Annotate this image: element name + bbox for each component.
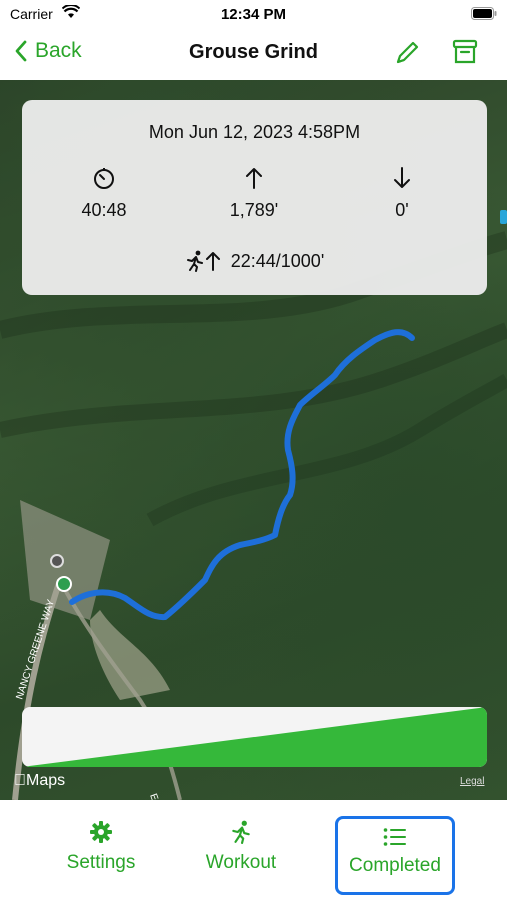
pencil-icon[interactable] xyxy=(394,40,420,66)
elevation-profile xyxy=(22,707,487,767)
archive-box-icon[interactable] xyxy=(451,38,479,66)
duration-stat: 40:48 xyxy=(44,166,164,221)
page-title: Grouse Grind xyxy=(189,41,318,63)
ascent-stat: 1,789' xyxy=(194,166,314,221)
tab-completed[interactable]: Completed xyxy=(335,816,455,895)
navigation-bar: Back Grouse Grind xyxy=(0,28,507,80)
elevation-graph xyxy=(22,707,487,767)
arrow-up-icon xyxy=(205,252,220,271)
clock: 12:34 PM xyxy=(220,6,287,23)
pace-stat: 22:44/1000' xyxy=(22,250,487,272)
status-bar: Carrier 12:34 PM xyxy=(0,0,507,28)
list-icon xyxy=(383,828,406,846)
gear-icon xyxy=(90,821,112,843)
descent-value: 0' xyxy=(395,200,409,220)
running-icon xyxy=(186,250,203,272)
battery-icon xyxy=(471,7,497,20)
apple-maps-logo:  Maps xyxy=(14,772,65,790)
workout-date: Mon Jun 12, 2023 4:58PM xyxy=(148,122,361,142)
tab-bar: Settings Workout Completed xyxy=(0,800,507,900)
running-icon xyxy=(232,820,250,844)
ascent-value: 1,789' xyxy=(229,200,279,220)
duration-value: 40:48 xyxy=(81,200,127,220)
legal-link[interactable]: Legal xyxy=(460,776,484,787)
tab-workout[interactable]: Workout xyxy=(181,812,301,874)
road-label-2: EA xyxy=(147,792,162,800)
workout-summary-card: Mon Jun 12, 2023 4:58PM 40:48 1,789' 0' xyxy=(22,100,487,295)
apple-icon:  xyxy=(14,772,26,790)
route-line xyxy=(69,329,415,621)
pace-value: 22:44/1000' xyxy=(230,250,325,271)
stopwatch-icon xyxy=(94,168,114,189)
descent-stat: 0' xyxy=(342,166,462,221)
tab-settings[interactable]: Settings xyxy=(41,812,161,874)
tab-settings-label: Settings xyxy=(66,852,136,873)
road-label: NANCY GREENE WAY xyxy=(14,598,57,701)
tab-completed-label: Completed xyxy=(349,855,441,876)
arrow-down-icon xyxy=(394,167,410,188)
arrow-up-icon xyxy=(246,168,262,189)
tab-workout-label: Workout xyxy=(205,852,277,873)
